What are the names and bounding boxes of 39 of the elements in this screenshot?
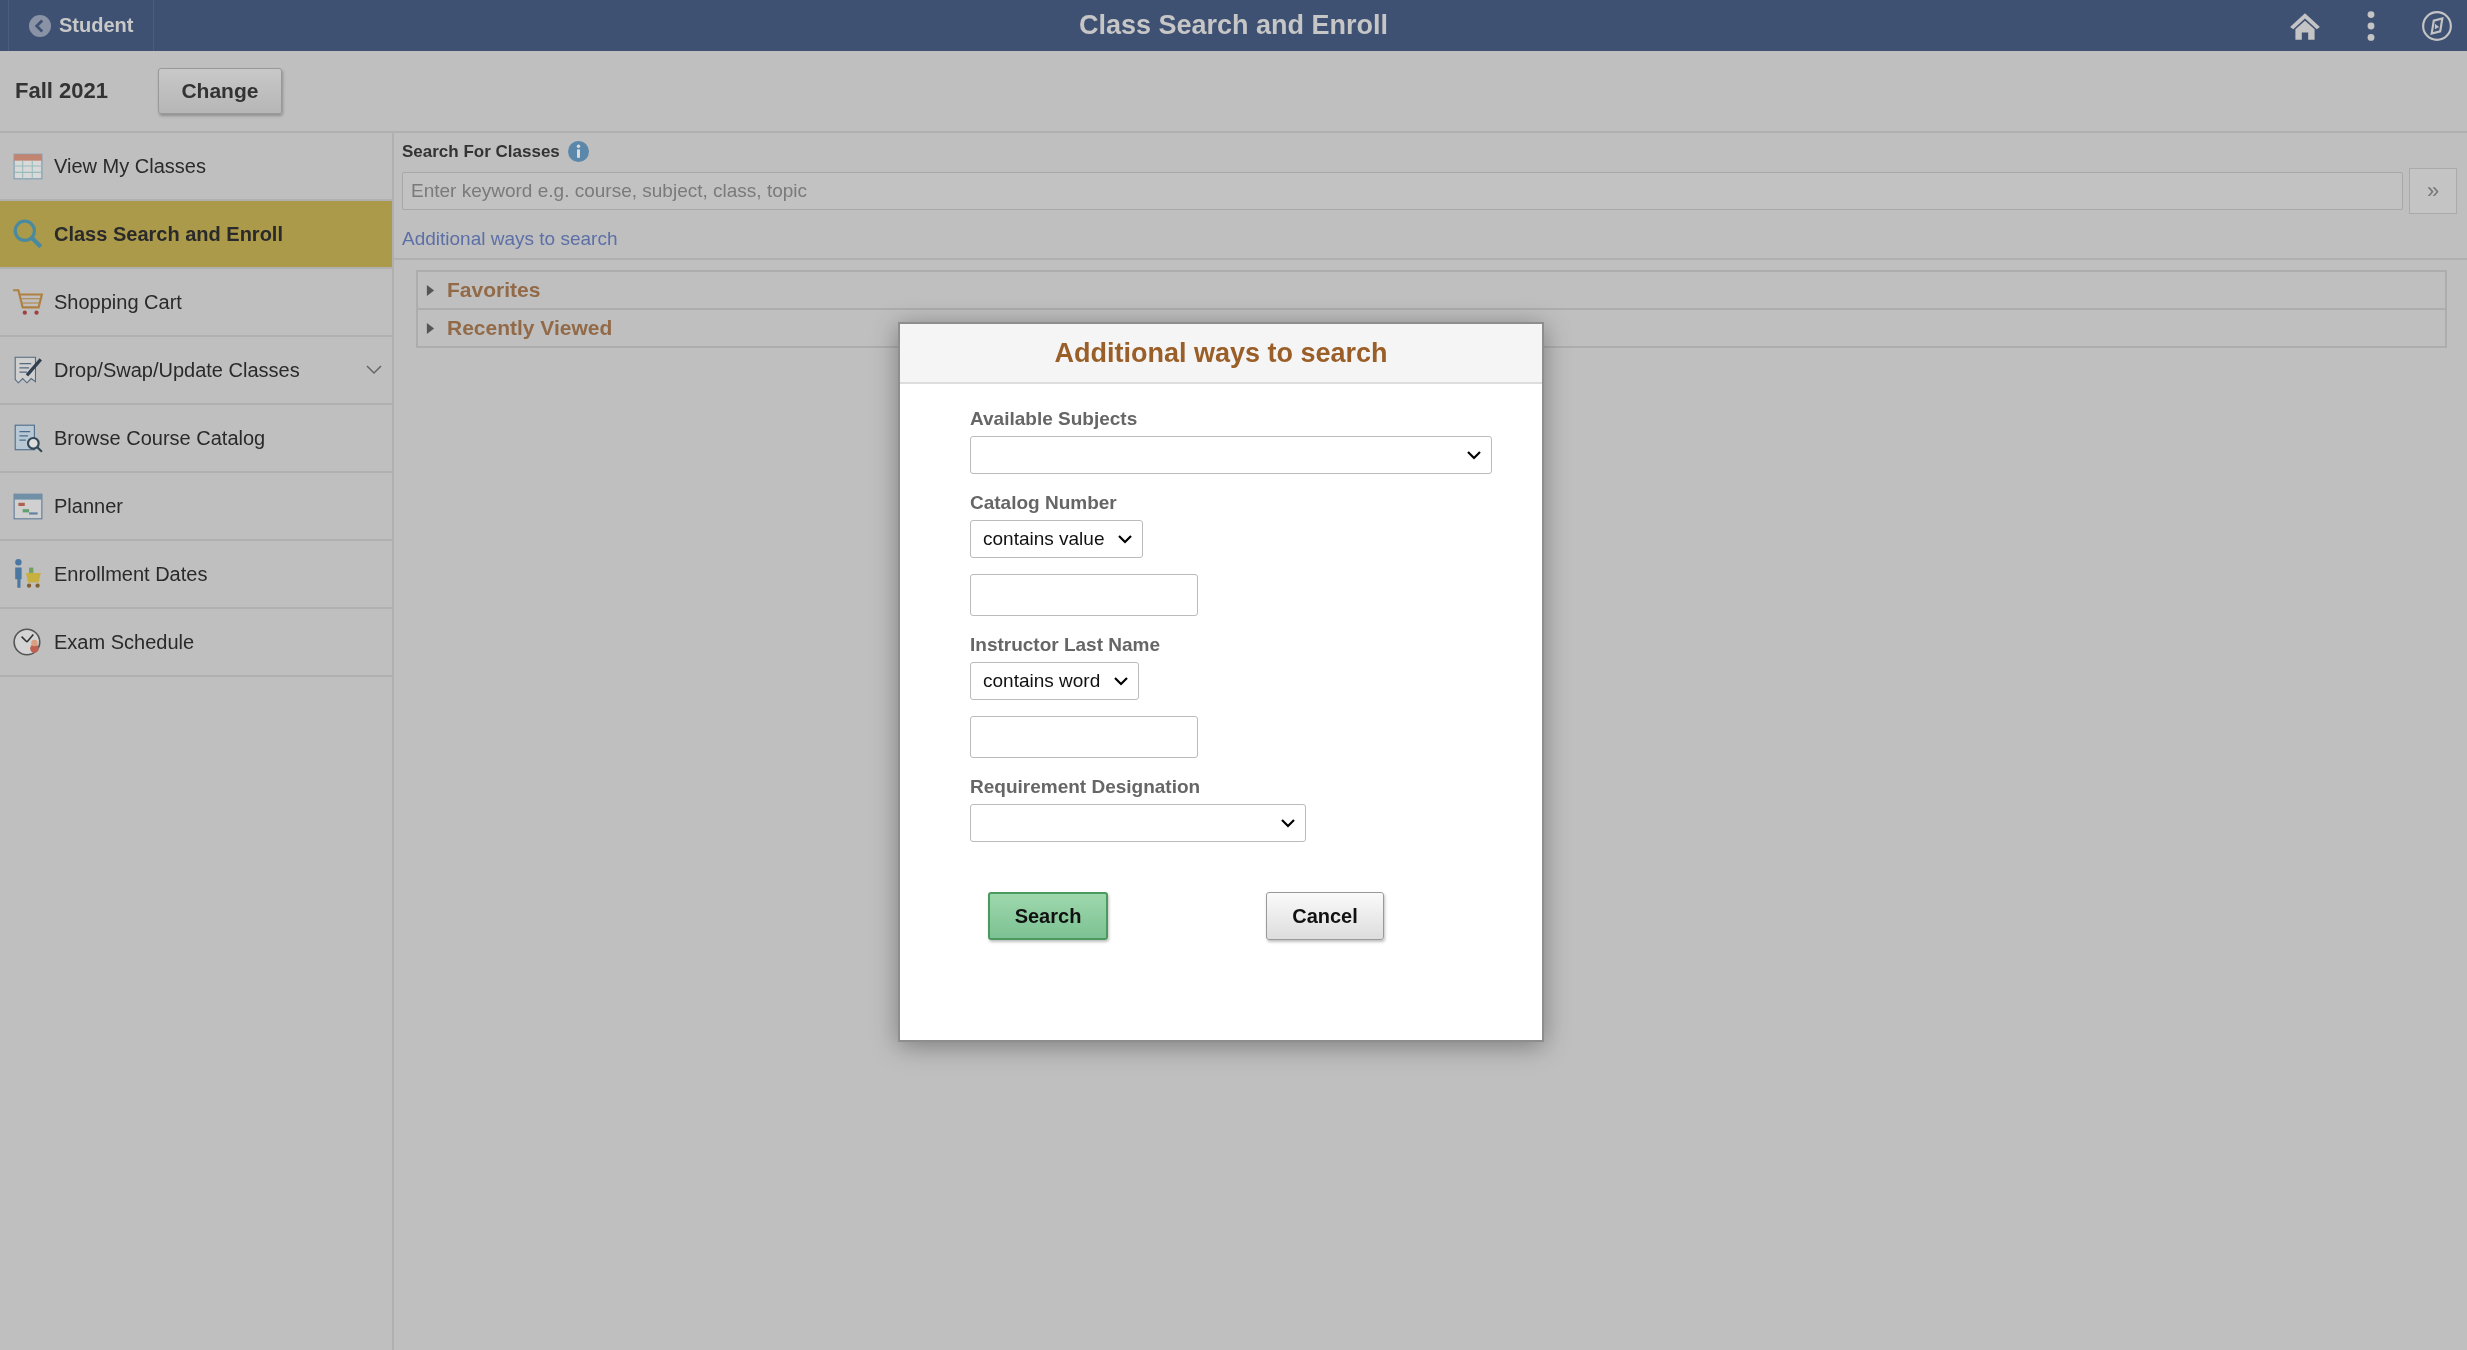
field-label: Requirement Designation bbox=[970, 776, 1202, 798]
text-input-field[interactable] bbox=[970, 574, 1198, 616]
chevron-down-icon[interactable] bbox=[366, 365, 382, 375]
chevron-down-icon bbox=[1467, 450, 1481, 460]
search-button[interactable]: Search bbox=[988, 892, 1108, 940]
compass-icon[interactable] bbox=[2421, 9, 2453, 42]
dropdown-field[interactable] bbox=[970, 804, 1306, 842]
sidebar-item[interactable]: Browse Course Catalog bbox=[0, 405, 392, 473]
chevron-down-icon bbox=[1114, 676, 1129, 686]
keyword-search-field[interactable]: Enter keyword e.g. course, subject, class, topic bbox=[402, 172, 2403, 210]
operator-dropdown[interactable]: contains word bbox=[970, 662, 1140, 700]
sidebar-item[interactable]: Planner bbox=[0, 473, 392, 541]
sidebar-item[interactable]: Exam Schedule bbox=[0, 609, 392, 677]
more-menu-icon[interactable] bbox=[2365, 9, 2377, 42]
cart-icon bbox=[12, 286, 44, 318]
dropdown-field[interactable] bbox=[970, 436, 1492, 474]
document-pen-icon bbox=[12, 354, 44, 386]
text-input-field[interactable] bbox=[970, 716, 1198, 758]
change-term-button[interactable]: Change bbox=[157, 68, 282, 114]
field-label: Catalog Number bbox=[970, 492, 1118, 514]
sidebar-item[interactable]: Shopping Cart bbox=[0, 269, 392, 337]
chevron-down-icon bbox=[1118, 534, 1133, 544]
operator-dropdown[interactable]: contains value bbox=[970, 520, 1144, 558]
back-button[interactable]: Student bbox=[8, 0, 155, 51]
field-label: Available Subjects bbox=[970, 408, 1139, 430]
sidebar-item[interactable]: Class Search and Enroll bbox=[0, 201, 392, 269]
cancel-button[interactable]: Cancel bbox=[1266, 892, 1384, 940]
sidebar-item[interactable]: Drop/Swap/Update Classes bbox=[0, 337, 392, 405]
info-icon[interactable] bbox=[567, 141, 589, 162]
person-cart-icon bbox=[12, 558, 44, 590]
sidebar-item[interactable]: Enrollment Dates bbox=[0, 541, 392, 609]
chevron-down-icon bbox=[1281, 818, 1295, 828]
page-title: Class Search and Enroll bbox=[1078, 10, 1389, 41]
document-magnifier-icon bbox=[12, 422, 44, 454]
dialog-title: Additional ways to search bbox=[900, 324, 1542, 384]
search-icon bbox=[12, 218, 44, 250]
search-label: Search For Classes bbox=[402, 141, 560, 162]
field-label: Instructor Last Name bbox=[970, 634, 1162, 656]
term-label: Fall 2021 bbox=[15, 78, 108, 104]
